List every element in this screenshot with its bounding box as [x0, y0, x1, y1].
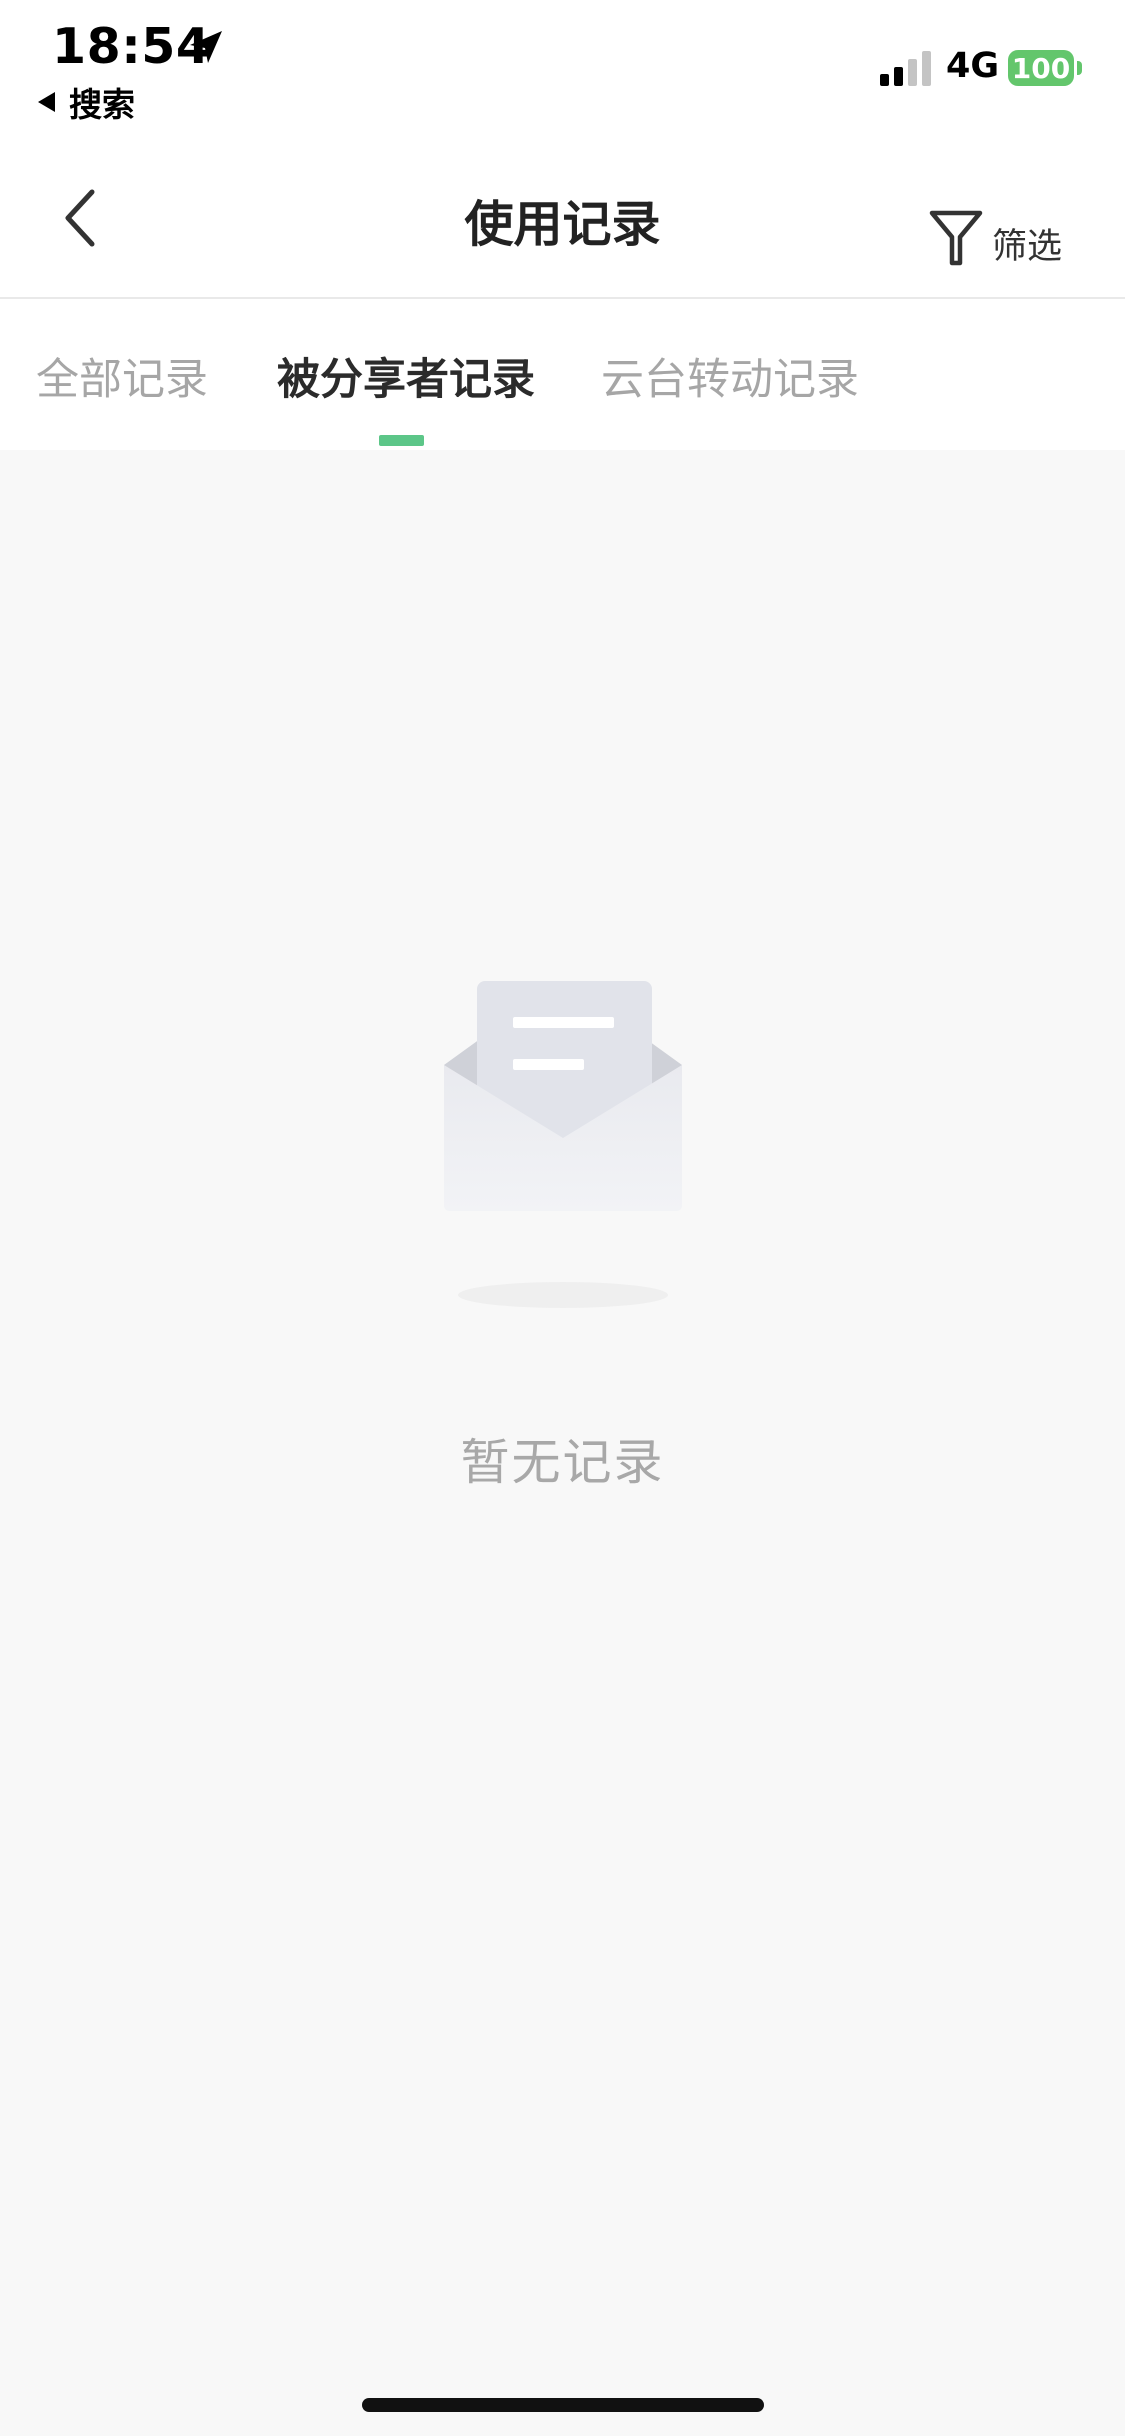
back-to-search-app[interactable]: 搜索: [38, 80, 135, 124]
tab-all-records[interactable]: 全部记录: [36, 345, 208, 407]
network-type: 4G: [946, 46, 1000, 86]
home-indicator[interactable]: [362, 2398, 764, 2412]
battery-indicator: 100: [1008, 50, 1074, 86]
empty-envelope-icon: [444, 981, 682, 1308]
empty-state-text: 暂无记录: [460, 1434, 665, 1491]
nav-divider: [0, 297, 1125, 299]
location-arrow-icon: [190, 31, 222, 63]
back-app-label: 搜索: [69, 85, 135, 124]
back-triangle-icon: [38, 92, 55, 112]
cellular-signal-icon: [880, 51, 931, 86]
funnel-icon: [929, 210, 983, 266]
filter-button[interactable]: 筛选: [928, 206, 1062, 270]
active-tab-indicator: [379, 435, 424, 446]
filter-label: 筛选: [992, 226, 1063, 267]
battery-cap: [1077, 61, 1082, 75]
tab-shared-user-records[interactable]: 被分享者记录: [277, 345, 535, 407]
tab-ptz-rotation-records[interactable]: 云台转动记录: [601, 345, 859, 407]
